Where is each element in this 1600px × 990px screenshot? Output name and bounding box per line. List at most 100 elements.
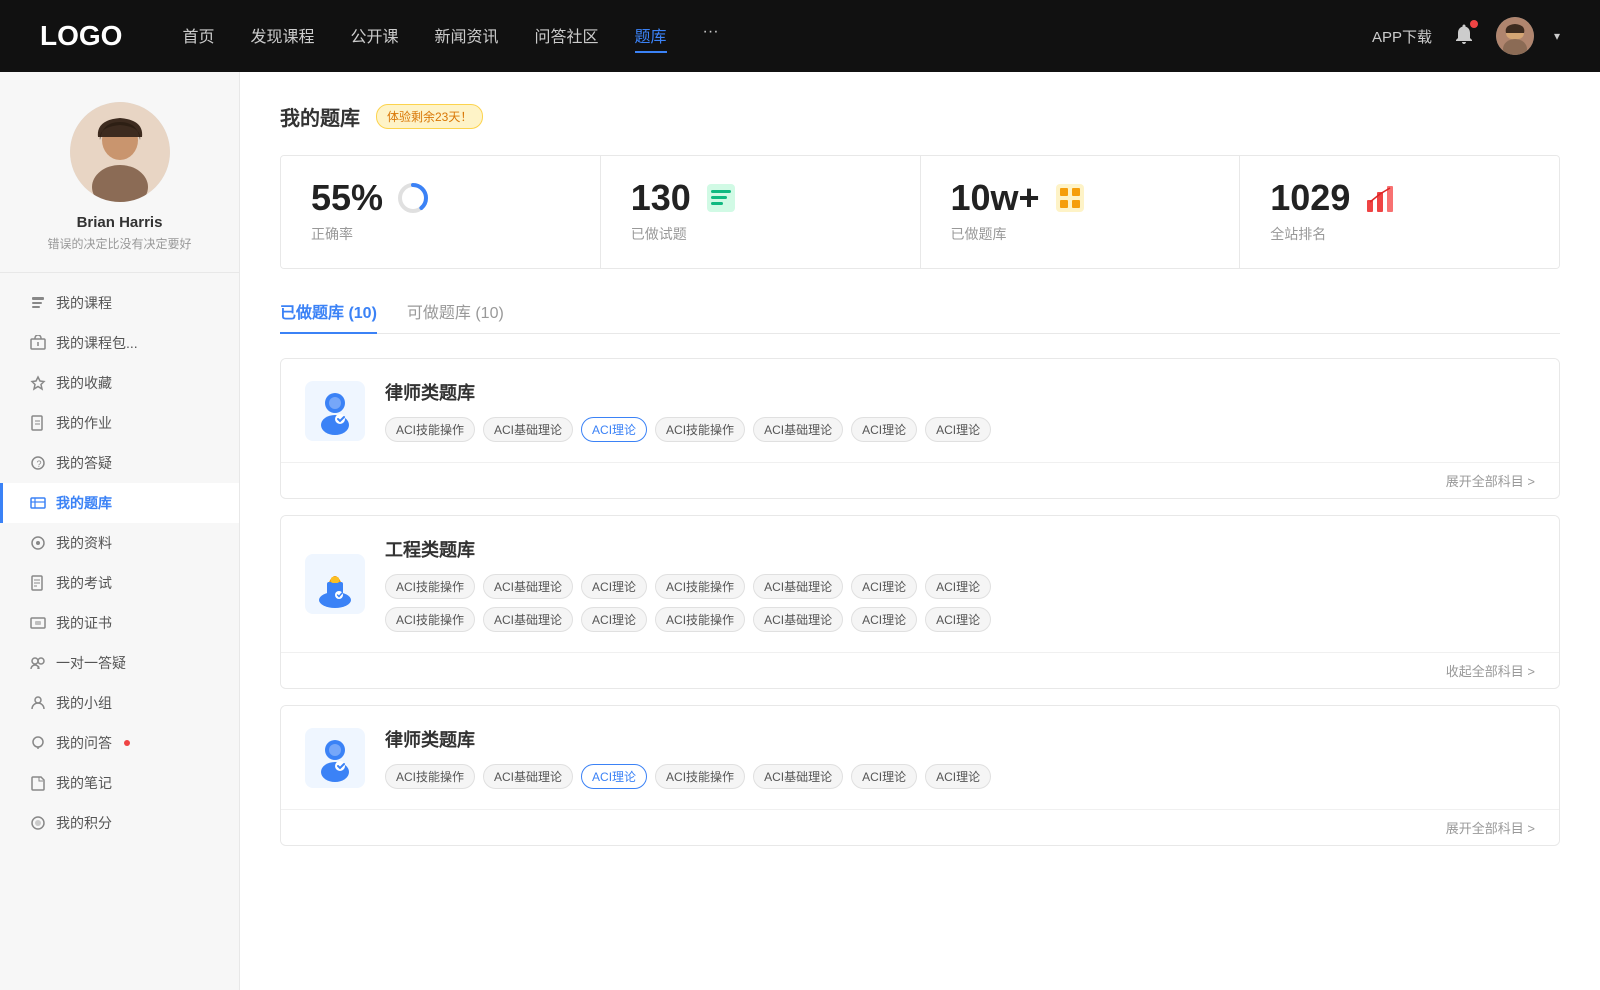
- profile-avatar[interactable]: [70, 102, 170, 202]
- homework-icon: [30, 415, 46, 431]
- stat-accuracy-value: 55%: [311, 180, 383, 216]
- bank-section-2: 律师类题库 ACI技能操作 ACI基础理论 ACI理论 ACI技能操作 ACI基…: [280, 705, 1560, 846]
- logo: LOGO: [40, 20, 122, 52]
- svg-text:?: ?: [37, 459, 42, 469]
- sidebar-item-package[interactable]: 我的课程包...: [0, 323, 239, 363]
- accuracy-donut-icon: [395, 180, 431, 216]
- bank-1-tag-4[interactable]: ACI基础理论: [753, 574, 843, 599]
- page-title: 我的题库: [280, 102, 360, 131]
- sidebar-item-course[interactable]: 我的课程: [0, 283, 239, 323]
- sidebar-menu: 我的课程 我的课程包... 我的收藏 我的作业: [0, 283, 239, 843]
- user-avatar[interactable]: [1496, 17, 1534, 55]
- app-download-button[interactable]: APP下载: [1372, 26, 1432, 47]
- bank-2-tag-1[interactable]: ACI基础理论: [483, 764, 573, 789]
- stat-rank-value: 1029: [1270, 180, 1350, 216]
- bank-0-tag-3[interactable]: ACI技能操作: [655, 417, 745, 442]
- nav-bank[interactable]: 题库: [635, 19, 667, 53]
- topnav: LOGO 首页 发现课程 公开课 新闻资讯 问答社区 题库 ··· APP下载 …: [0, 0, 1600, 72]
- bank-2-tag-0[interactable]: ACI技能操作: [385, 764, 475, 789]
- bank-1-tag-3[interactable]: ACI技能操作: [655, 574, 745, 599]
- bank-1-expand[interactable]: 收起全部科目 >: [1446, 661, 1535, 680]
- bank-0-tag-4[interactable]: ACI基础理论: [753, 417, 843, 442]
- sidebar-item-group[interactable]: 我的小组: [0, 683, 239, 723]
- exam-icon: [30, 575, 46, 591]
- nav-home[interactable]: 首页: [182, 19, 214, 53]
- points-icon: [30, 815, 46, 831]
- stat-rank-label: 全站排名: [1270, 224, 1326, 244]
- profile-motto: 错误的决定比没有决定要好: [47, 235, 191, 252]
- bank-footer-2: 展开全部科目 >: [281, 810, 1559, 845]
- sidebar-item-qa[interactable]: ? 我的答疑: [0, 443, 239, 483]
- sidebar-item-points[interactable]: 我的积分: [0, 803, 239, 843]
- engineer-icon: [311, 560, 359, 608]
- profile-name: Brian Harris: [77, 214, 163, 231]
- bank-tags-2: ACI技能操作 ACI基础理论 ACI理论 ACI技能操作 ACI基础理论 AC…: [385, 764, 1535, 789]
- bank-1-tag-0[interactable]: ACI技能操作: [385, 574, 475, 599]
- sidebar-item-note[interactable]: 我的笔记: [0, 763, 239, 803]
- bank-2-tag-3[interactable]: ACI技能操作: [655, 764, 745, 789]
- sidebar-item-favorites[interactable]: 我的收藏: [0, 363, 239, 403]
- nav-news[interactable]: 新闻资讯: [435, 19, 499, 53]
- bank-1-tag-r2-2[interactable]: ACI理论: [581, 607, 647, 632]
- sidebar-item-homework[interactable]: 我的作业: [0, 403, 239, 443]
- bank-0-expand[interactable]: 展开全部科目 >: [1446, 471, 1535, 490]
- bank-1-tag-2[interactable]: ACI理论: [581, 574, 647, 599]
- bank-1-tag-r2-3[interactable]: ACI技能操作: [655, 607, 745, 632]
- bank-1-tag-6[interactable]: ACI理论: [925, 574, 991, 599]
- bank-section-0: 律师类题库 ACI技能操作 ACI基础理论 ACI理论 ACI技能操作 ACI基…: [280, 358, 1560, 499]
- bank-2-tag-4[interactable]: ACI基础理论: [753, 764, 843, 789]
- bank-2-tag-2[interactable]: ACI理论: [581, 764, 647, 789]
- bank-icon: [30, 495, 46, 511]
- bank-1-tag-r2-5[interactable]: ACI理论: [851, 607, 917, 632]
- bank-1-tag-r2-6[interactable]: ACI理论: [925, 607, 991, 632]
- stat-accuracy: 55% 正确率: [281, 156, 601, 268]
- bank-2-tag-5[interactable]: ACI理论: [851, 764, 917, 789]
- nav-more[interactable]: ···: [703, 19, 719, 53]
- page-header: 我的题库 体验剩余23天！: [280, 102, 1560, 131]
- bank-footer-0: 展开全部科目 >: [281, 463, 1559, 498]
- bank-1-tag-5[interactable]: ACI理论: [851, 574, 917, 599]
- bank-0-tag-5[interactable]: ACI理论: [851, 417, 917, 442]
- stats-row: 55% 正确率 130: [280, 155, 1560, 269]
- stat-questions-top: 130: [631, 180, 739, 216]
- notification-badge: [1470, 20, 1478, 28]
- bank-name-2: 律师类题库: [385, 726, 1535, 752]
- nav-discover[interactable]: 发现课程: [250, 19, 314, 53]
- bank-1-tag-r2-0[interactable]: ACI技能操作: [385, 607, 475, 632]
- tab-done-banks[interactable]: 已做题库 (10): [280, 299, 377, 333]
- bank-0-tag-2[interactable]: ACI理论: [581, 417, 647, 442]
- bank-2-expand[interactable]: 展开全部科目 >: [1446, 818, 1535, 837]
- bank-1-tag-1[interactable]: ACI基础理论: [483, 574, 573, 599]
- sidebar-item-exam[interactable]: 我的考试: [0, 563, 239, 603]
- course-icon: [30, 295, 46, 311]
- bank-icon-0: [305, 381, 365, 441]
- bank-icon-1: [305, 554, 365, 614]
- bank-1-tag-r2-4[interactable]: ACI基础理论: [753, 607, 843, 632]
- avatar-image: [1496, 17, 1534, 55]
- bank-1-tag-r2-1[interactable]: ACI基础理论: [483, 607, 573, 632]
- user-dropdown-arrow[interactable]: ▾: [1554, 29, 1560, 43]
- sidebar-item-oneone[interactable]: 一对一答疑: [0, 643, 239, 683]
- material-icon: [30, 535, 46, 551]
- stat-banks-top: 10w+: [951, 180, 1088, 216]
- bank-2-tag-6[interactable]: ACI理论: [925, 764, 991, 789]
- nav-qa[interactable]: 问答社区: [535, 19, 599, 53]
- stat-questions-value: 130: [631, 180, 691, 216]
- notification-bell[interactable]: [1452, 22, 1476, 51]
- tab-available-banks[interactable]: 可做题库 (10): [407, 299, 504, 333]
- bank-0-tag-6[interactable]: ACI理论: [925, 417, 991, 442]
- bank-header-0: 律师类题库 ACI技能操作 ACI基础理论 ACI理论 ACI技能操作 ACI基…: [281, 359, 1559, 463]
- nav-open-course[interactable]: 公开课: [350, 19, 398, 53]
- bank-0-tag-1[interactable]: ACI基础理论: [483, 417, 573, 442]
- stat-banks-value: 10w+: [951, 180, 1040, 216]
- questions-list-icon: [703, 180, 739, 216]
- bank-tags-1-row1: ACI技能操作 ACI基础理论 ACI理论 ACI技能操作 ACI基础理论 AC…: [385, 574, 1535, 599]
- bank-0-tag-0[interactable]: ACI技能操作: [385, 417, 475, 442]
- sidebar-item-certificate[interactable]: 我的证书: [0, 603, 239, 643]
- star-icon: [30, 375, 46, 391]
- sidebar-item-bank[interactable]: 我的题库: [0, 483, 239, 523]
- sidebar-item-material[interactable]: 我的资料: [0, 523, 239, 563]
- sidebar-item-question[interactable]: 我的问答: [0, 723, 239, 763]
- topnav-right: APP下载 ▾: [1372, 17, 1560, 55]
- page-body: Brian Harris 错误的决定比没有决定要好 我的课程 我的课程包...: [0, 72, 1600, 990]
